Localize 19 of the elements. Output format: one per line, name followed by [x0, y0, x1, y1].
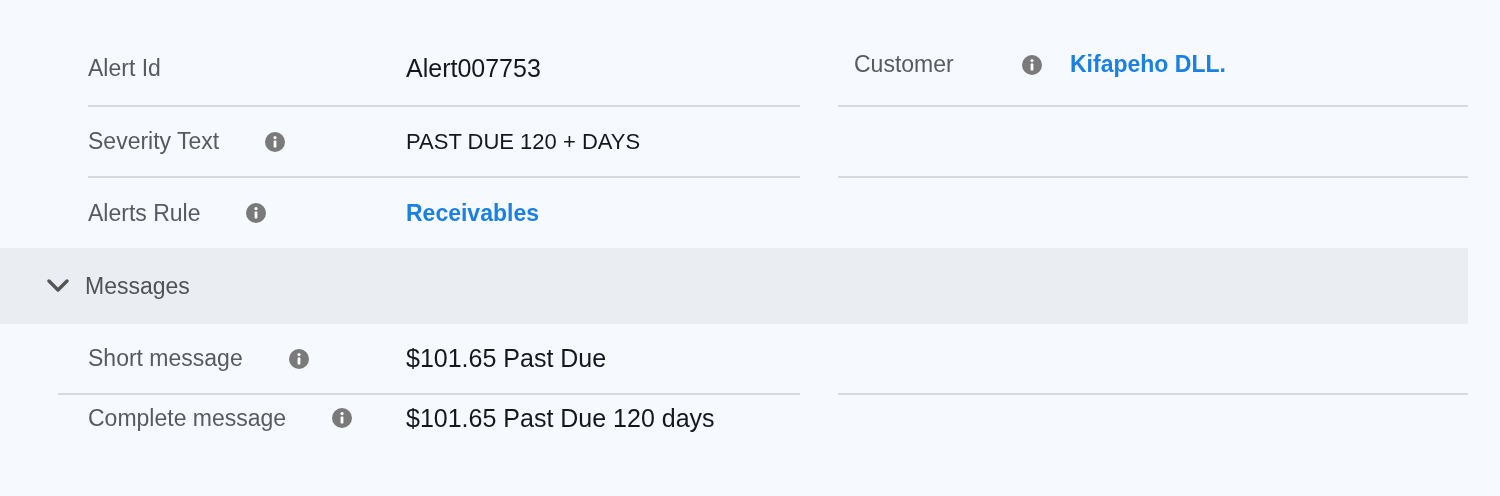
value-link[interactable]: Kifapeho DLL.: [1070, 51, 1226, 78]
field-value: Alert007753: [406, 54, 541, 83]
field-label: Short message: [88, 345, 243, 372]
field-label: Severity Text: [88, 128, 220, 155]
field-label: Customer: [854, 51, 955, 78]
field-value: $101.65 Past Due: [406, 344, 607, 373]
field-label: Alerts Rule: [88, 199, 201, 227]
field-value: $101.65 Past Due 120 days: [406, 403, 715, 433]
field-label: Complete message: [88, 404, 287, 432]
field-value: PAST DUE 120 + DAYS: [406, 128, 641, 155]
value-link[interactable]: Receivables: [406, 199, 539, 227]
info-icon[interactable]: [288, 348, 309, 369]
section-header[interactable]: Messages: [0, 248, 1468, 324]
chevron-icon: [47, 279, 69, 293]
info-icon[interactable]: [332, 408, 353, 428]
info-icon[interactable]: [265, 131, 286, 152]
info-icon[interactable]: [1022, 54, 1042, 75]
field-label: Alert Id: [88, 55, 161, 82]
info-icon[interactable]: [246, 203, 267, 223]
